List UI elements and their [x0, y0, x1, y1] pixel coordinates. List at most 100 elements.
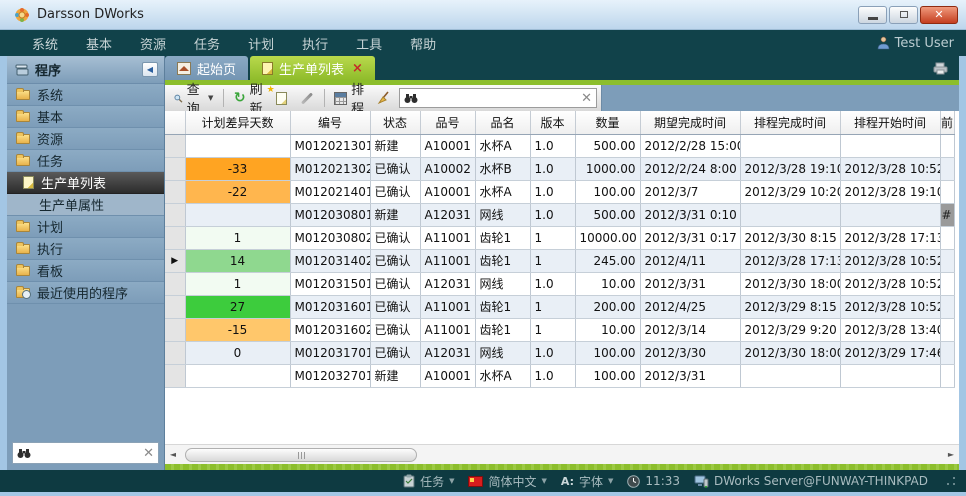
menu-item-1[interactable]: 基本 — [72, 30, 126, 57]
query-dropdown-icon[interactable]: ▼ — [208, 94, 213, 102]
row-selector[interactable] — [165, 295, 185, 318]
row-selector[interactable] — [165, 341, 185, 364]
sidebar-item-6[interactable]: 计划 — [7, 216, 164, 238]
toolbar-row: 查询 ▼ ↻ 刷新 ★ — [165, 85, 959, 111]
row-selector[interactable] — [165, 226, 185, 249]
column-header-expect[interactable]: 期望完成时间 — [640, 111, 740, 134]
grid-search-input[interactable] — [422, 91, 577, 105]
minimize-button[interactable] — [858, 6, 887, 24]
user-badge[interactable]: Test User — [877, 36, 954, 51]
folder-icon — [16, 90, 30, 100]
row-selector[interactable] — [165, 180, 185, 203]
column-header-version[interactable]: 版本 — [530, 111, 575, 134]
grid-search-clear-icon[interactable]: ✕ — [581, 91, 592, 106]
order-row-M012030802[interactable]: 1M012030802已确认A11001齿轮1110000.002012/3/3… — [165, 226, 954, 249]
column-header-diff[interactable]: 计划差异天数 — [185, 111, 290, 134]
order-row-M012031701[interactable]: 0M012031701已确认A12031网线1.0100.002012/3/30… — [165, 341, 954, 364]
folder-icon — [16, 266, 30, 276]
sidebar-item-0[interactable]: 系统 — [7, 84, 164, 106]
scroll-right-icon[interactable]: ► — [943, 446, 959, 464]
sidebar-item-label: 生产单列表 — [41, 173, 106, 192]
cell-sched_start: 2012/3/29 17:46 — [840, 341, 940, 364]
sidebar-search-clear-icon[interactable]: ✕ — [143, 446, 154, 461]
grid-search-box[interactable]: ✕ — [399, 88, 597, 108]
sidebar-search-input[interactable] — [35, 446, 139, 460]
clean-button[interactable] — [372, 89, 396, 107]
order-row-M012030801[interactable]: M012030801新建A12031网线1.0500.002012/3/31 0… — [165, 203, 954, 226]
menu-item-4[interactable]: 计划 — [234, 30, 288, 57]
cell-diff: -22 — [185, 180, 290, 203]
order-row-M012021401[interactable]: -22M012021401已确认A10001水杯A1.0100.002012/3… — [165, 180, 954, 203]
cell-extra — [940, 341, 954, 364]
scroll-left-icon[interactable]: ◄ — [165, 446, 181, 464]
title-bar[interactable]: Darsson DWorks ✕ — [0, 0, 966, 30]
order-row-M012031602[interactable]: -15M012031602已确认A11001齿轮1110.002012/3/14… — [165, 318, 954, 341]
row-selector[interactable] — [165, 272, 185, 295]
row-selector[interactable] — [165, 203, 185, 226]
menu-item-3[interactable]: 任务 — [180, 30, 234, 57]
status-server[interactable]: DWorks Server@FUNWAY-THINKPAD — [694, 474, 928, 488]
font-dropdown-icon[interactable]: ▼ — [608, 477, 613, 485]
sidebar-item-8[interactable]: 看板 — [7, 260, 164, 282]
column-header-sched_end[interactable]: 排程完成时间 — [740, 111, 840, 134]
status-font[interactable]: A: 字体 ▼ — [561, 473, 614, 490]
column-header-code[interactable]: 编号 — [290, 111, 370, 134]
cell-code: M012021401 — [290, 180, 370, 203]
menu-item-0[interactable]: 系统 — [18, 30, 72, 57]
language-dropdown-icon[interactable]: ▼ — [542, 477, 547, 485]
current-row-marker[interactable]: ▶ — [165, 249, 185, 272]
cell-status: 新建 — [370, 364, 420, 387]
order-row-M012032701[interactable]: M012032701新建A10001水杯A1.0100.002012/3/31 — [165, 364, 954, 387]
menu-item-7[interactable]: 帮助 — [396, 30, 450, 57]
order-row-M012031402[interactable]: ▶14M012031402已确认A11001齿轮11245.002012/4/1… — [165, 249, 954, 272]
horizontal-scrollbar[interactable]: ◄ ► — [165, 444, 959, 464]
scrollbar-thumb[interactable] — [185, 448, 417, 462]
resize-grip[interactable] — [946, 476, 956, 486]
cell-code: M012031402 — [290, 249, 370, 272]
menu-item-5[interactable]: 执行 — [288, 30, 342, 57]
row-selector[interactable] — [165, 134, 185, 157]
menu-item-2[interactable]: 资源 — [126, 30, 180, 57]
sidebar: 程序 ◀ 系统基本资源任务生产单列表生产单属性计划执行看板最近使用的程序 ✕ — [7, 56, 165, 470]
column-header-sched_start[interactable]: 排程开始时间 — [840, 111, 940, 134]
sidebar-search-box[interactable]: ✕ — [12, 442, 159, 464]
folder-clock-icon — [16, 288, 30, 298]
tab-close-icon[interactable]: × — [352, 61, 363, 76]
sidebar-item-7[interactable]: 执行 — [7, 238, 164, 260]
sidebar-item-2[interactable]: 资源 — [7, 128, 164, 150]
menu-item-6[interactable]: 工具 — [342, 30, 396, 57]
column-header-qty[interactable]: 数量 — [575, 111, 640, 134]
status-language[interactable]: 简体中文 ▼ — [468, 473, 546, 490]
sidebar-item-4[interactable]: 生产单列表 — [7, 172, 164, 194]
order-row-M012021301[interactable]: M012021301新建A10001水杯A1.0500.002012/2/28 … — [165, 134, 954, 157]
row-selector[interactable] — [165, 157, 185, 180]
order-row-M012031601[interactable]: 27M012031601已确认A11001齿轮11200.002012/4/25… — [165, 295, 954, 318]
cell-code: M012021302 — [290, 157, 370, 180]
cell-expect: 2012/3/31 0:10 — [640, 203, 740, 226]
column-header-item_name[interactable]: 品名 — [475, 111, 530, 134]
row-selector-header[interactable] — [165, 111, 185, 134]
tasks-dropdown-icon[interactable]: ▼ — [449, 477, 454, 485]
order-row-M012021302[interactable]: -33M012021302已确认A10002水杯B1.01000.002012/… — [165, 157, 954, 180]
new-button[interactable]: ★ — [271, 90, 292, 107]
row-selector[interactable] — [165, 318, 185, 341]
close-button[interactable]: ✕ — [920, 6, 958, 24]
printer-icon[interactable] — [933, 62, 949, 75]
column-header-item_no[interactable]: 品号 — [420, 111, 475, 134]
cell-sched_end: 2012/3/28 19:10 — [740, 157, 840, 180]
maximize-button[interactable] — [889, 6, 918, 24]
column-header-extra[interactable]: 前 — [940, 111, 954, 134]
column-header-status[interactable]: 状态 — [370, 111, 420, 134]
sidebar-item-5[interactable]: 生产单属性 — [7, 194, 164, 216]
edit-button[interactable] — [295, 95, 319, 102]
sidebar-item-9[interactable]: 最近使用的程序 — [7, 282, 164, 304]
status-tasks[interactable]: 任务 ▼ — [403, 473, 454, 490]
row-selector[interactable] — [165, 364, 185, 387]
sidebar-item-1[interactable]: 基本 — [7, 106, 164, 128]
cell-sched_start: 2012/3/28 10:52 — [840, 249, 940, 272]
sidebar-item-3[interactable]: 任务 — [7, 150, 164, 172]
order-row-M012031501[interactable]: 1M012031501已确认A12031网线1.010.002012/3/312… — [165, 272, 954, 295]
sidebar-collapse-button[interactable]: ◀ — [142, 62, 158, 77]
cell-code: M012031701 — [290, 341, 370, 364]
china-flag-icon — [468, 476, 483, 487]
